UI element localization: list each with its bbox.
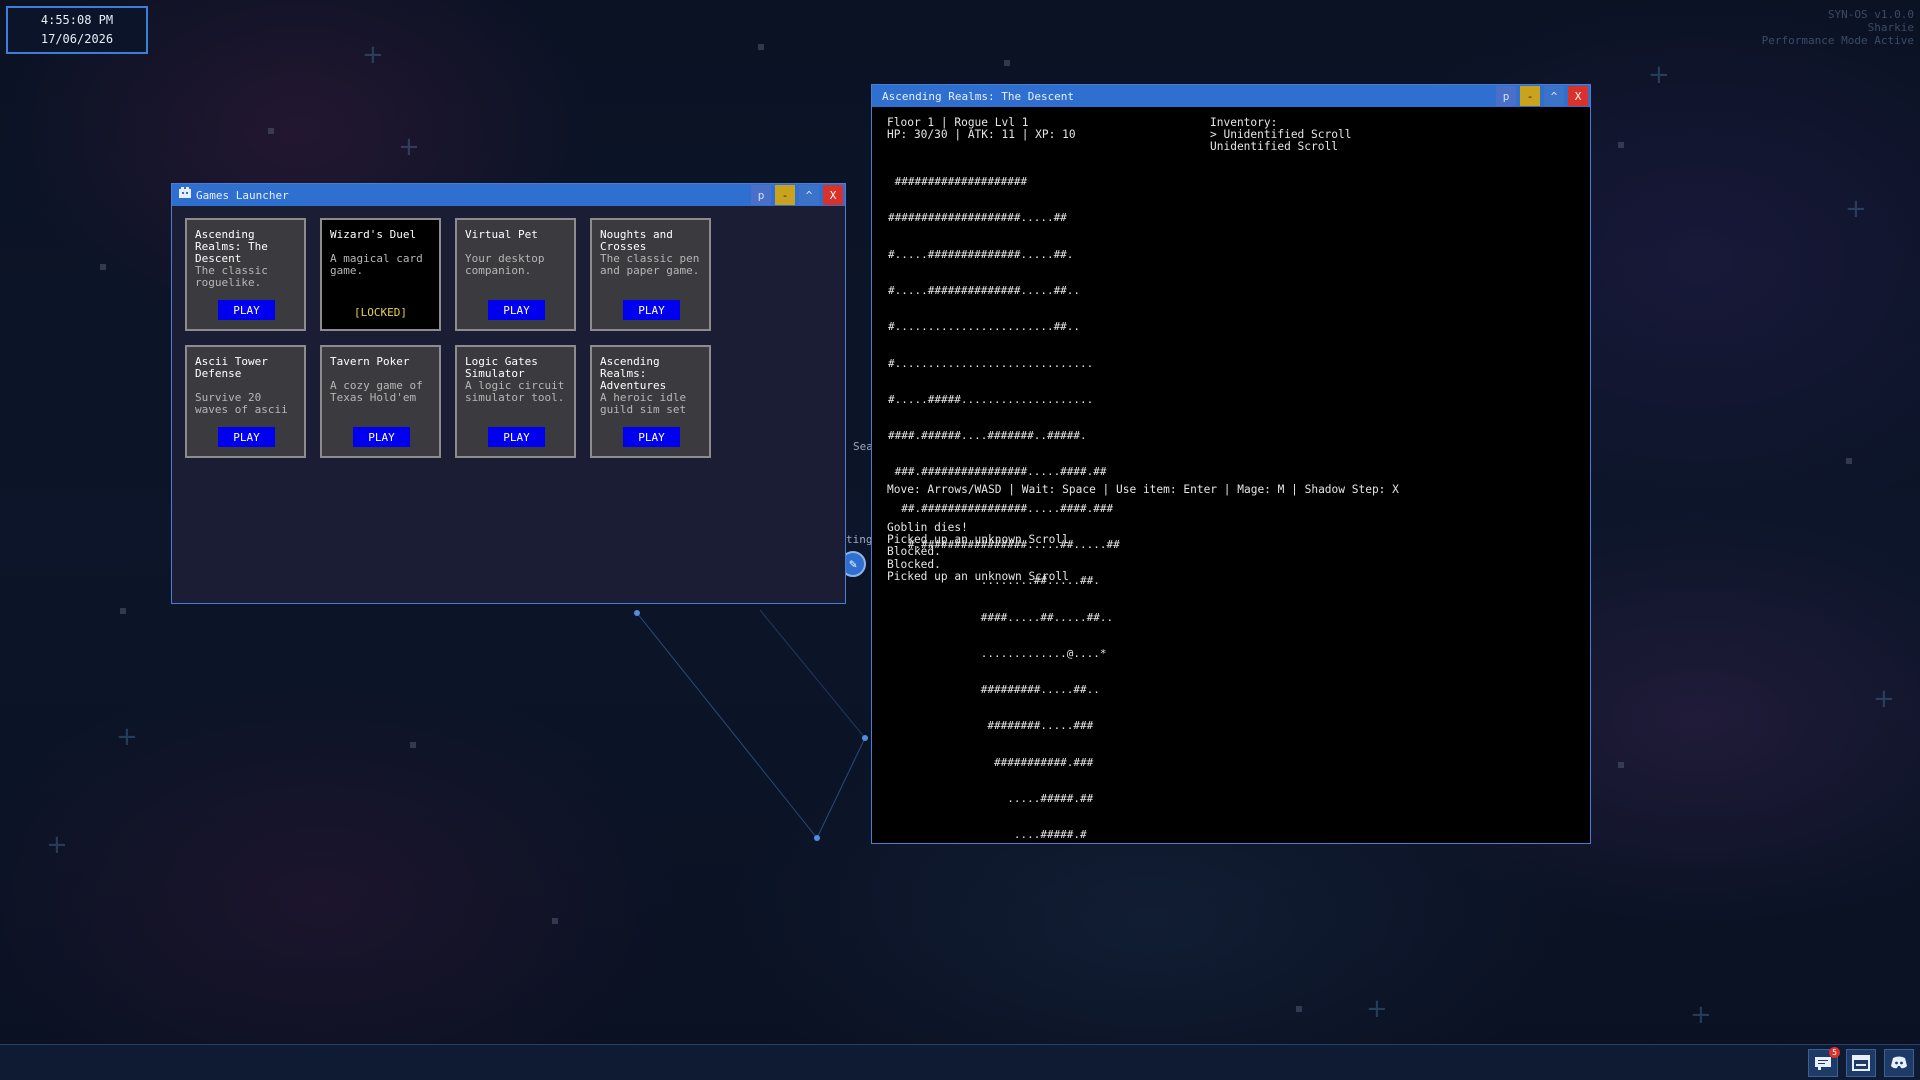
game-description: A heroic idle guild sim set xyxy=(600,391,687,416)
game-description: The classic pen and paper game. xyxy=(600,252,700,277)
discord-icon[interactable] xyxy=(1884,1049,1914,1077)
map-row: ####.....##.....##.. xyxy=(888,610,1114,624)
launcher-titlebar[interactable]: Games Launcher p - ^ X xyxy=(172,184,845,206)
game-card: Logic Gates Simulator A logic circuit si… xyxy=(455,345,576,458)
system-tray: 5 xyxy=(1808,1047,1914,1077)
desktop-icon-label: ting xyxy=(846,533,873,546)
game-card: Noughts and Crosses The classic pen and … xyxy=(590,218,711,331)
game-title: Virtual Pet xyxy=(465,228,538,241)
map-row: ###.################.....####.## xyxy=(888,465,1107,479)
game-title: Tavern Poker xyxy=(330,355,410,368)
taskbar: 5 xyxy=(0,1044,1920,1080)
game-card: Ascii Tower Defense Survive 20 waves of … xyxy=(185,345,306,458)
map-row: .............@....* xyxy=(888,646,1107,660)
game-description: A magical card game. xyxy=(330,252,423,277)
play-button[interactable]: PLAY xyxy=(623,300,680,320)
map-row: #########.....##.. xyxy=(888,683,1100,697)
desktop-icon-label: Sea xyxy=(853,440,873,453)
games-launcher-window: Games Launcher p - ^ X Ascending Realms:… xyxy=(171,183,846,604)
map-row: ####################.....## xyxy=(888,211,1067,225)
game-card: Virtual Pet Your desktop companion. PLAY xyxy=(455,218,576,331)
maximize-button[interactable]: ^ xyxy=(1544,86,1564,106)
close-button[interactable]: X xyxy=(1568,86,1588,106)
log-line: Picked up an unknown Scroll xyxy=(887,569,1069,583)
game-description: Survive 20 waves of ascii xyxy=(195,391,288,416)
inventory-panel: Inventory: > Unidentified Scroll Unident… xyxy=(1210,116,1351,154)
notifications-icon[interactable]: 5 xyxy=(1808,1047,1840,1077)
play-button[interactable]: PLAY xyxy=(218,300,275,320)
play-button[interactable]: PLAY xyxy=(218,427,275,447)
pin-button[interactable]: p xyxy=(751,185,771,205)
game-window-title: Ascending Realms: The Descent xyxy=(882,89,1075,103)
play-button[interactable]: PLAY xyxy=(623,427,680,447)
maximize-button[interactable]: ^ xyxy=(799,185,819,205)
games-grid: Ascending Realms: The Descent The classi… xyxy=(172,206,845,458)
locked-label: [LOCKED] xyxy=(354,306,407,319)
game-title: Ascii Tower Defense xyxy=(195,355,268,380)
map-row: #.....#####.................... xyxy=(888,392,1094,406)
game-title: Logic Gates Simulator xyxy=(465,355,538,380)
minimize-button[interactable]: - xyxy=(1520,86,1540,106)
game-card: Ascending Realms: Adventures A heroic id… xyxy=(590,345,711,458)
hp-atk-xp: HP: 30/30 | ATK: 11 | XP: 10 xyxy=(887,128,1076,142)
inventory-item: Unidentified Scroll xyxy=(1210,140,1338,154)
game-titlebar[interactable]: Ascending Realms: The Descent p - ^ X xyxy=(872,85,1590,107)
notification-badge: 5 xyxy=(1829,1047,1840,1058)
game-description: A cozy game of Texas Hold'em xyxy=(330,379,423,404)
launcher-title: Games Launcher xyxy=(196,188,289,202)
controls-help: Move: Arrows/WASD | Wait: Space | Use it… xyxy=(887,483,1399,496)
performance-mode: Performance Mode Active xyxy=(1761,34,1914,47)
clock-widget: 4:55:08 PM 17/06/2026 xyxy=(6,6,148,54)
play-button[interactable]: PLAY xyxy=(488,300,545,320)
game-title: Ascending Realms: Adventures xyxy=(600,355,667,392)
map-row: ##.################.....####.### xyxy=(888,501,1114,515)
map-row: #################### xyxy=(888,175,1028,189)
dungeon-map: #################### ###################… xyxy=(888,152,1120,866)
game-description: Your desktop companion. xyxy=(465,252,545,277)
os-version: SYN-OS v1.0.0 xyxy=(1827,8,1914,21)
game-card: Tavern Poker A cozy game of Texas Hold'e… xyxy=(320,345,441,458)
roguelike-game-window: Ascending Realms: The Descent p - ^ X Fl… xyxy=(871,84,1591,844)
map-row: ....#####.# xyxy=(888,828,1087,842)
game-title: Noughts and Crosses xyxy=(600,228,673,253)
map-row: #........................##.. xyxy=(888,320,1081,334)
game-title: Ascending Realms: The Descent xyxy=(195,228,268,265)
game-title: Wizard's Duel xyxy=(330,228,417,241)
map-row: #.....##############.....##. xyxy=(888,247,1074,261)
system-info: SYN-OS v1.0.0 Sharkie Performance Mode A… xyxy=(1762,8,1914,47)
pin-button[interactable]: p xyxy=(1496,86,1516,106)
close-button[interactable]: X xyxy=(823,185,843,205)
game-description: The classic roguelike. xyxy=(195,264,268,289)
minimize-button[interactable]: - xyxy=(775,185,795,205)
map-row: ########.....### xyxy=(888,719,1094,733)
map-row: ###########.### xyxy=(888,755,1094,769)
clock-time: 4:55:08 PM xyxy=(40,13,114,27)
gamepad-icon xyxy=(178,187,192,203)
window-switcher-icon[interactable] xyxy=(1846,1049,1876,1077)
message-log: Goblin dies! Picked up an unknown Scroll… xyxy=(887,521,1069,583)
game-card: Ascending Realms: The Descent The classi… xyxy=(185,218,306,331)
map-row: #.............................. xyxy=(888,356,1094,370)
player-stats: Floor 1 | Rogue Lvl 1 HP: 30/30 | ATK: 1… xyxy=(887,116,1076,142)
user-name: Sharkie xyxy=(1867,21,1914,34)
game-card: Wizard's Duel A magical card game. [LOCK… xyxy=(320,218,441,331)
map-row: #.....##############.....##.. xyxy=(888,284,1081,298)
map-row: ####.######....#######..#####. xyxy=(888,429,1087,443)
map-row: .....#####.## xyxy=(888,791,1094,805)
play-button[interactable]: PLAY xyxy=(488,427,545,447)
log-line: Blocked. xyxy=(887,557,941,571)
play-button[interactable]: PLAY xyxy=(353,427,410,447)
log-line: Blocked. xyxy=(887,545,941,559)
clock-date: 17/06/2026 xyxy=(40,32,114,46)
game-description: A logic circuit simulator tool. xyxy=(465,379,565,404)
